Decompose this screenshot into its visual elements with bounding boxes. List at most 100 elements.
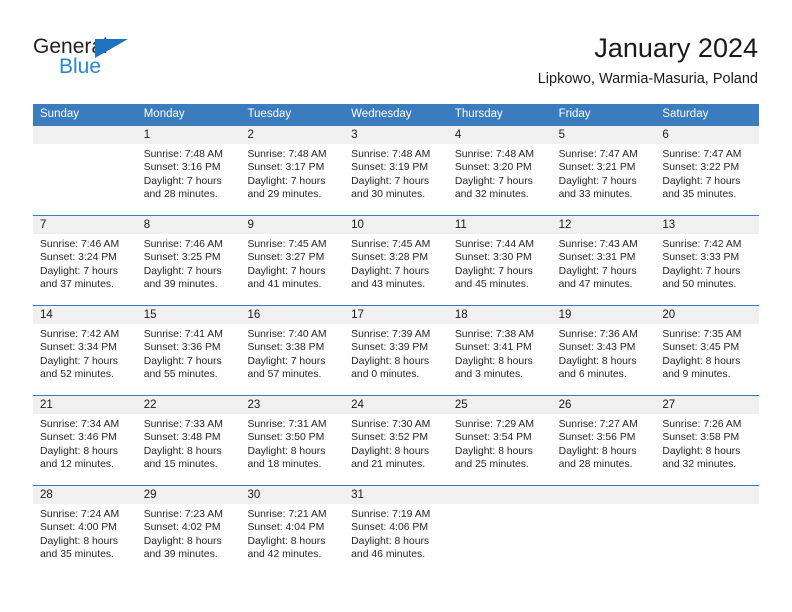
day-number: 2: [240, 126, 345, 144]
day-details: Sunrise: 7:36 AM Sunset: 3:43 PM Dayligh…: [552, 324, 656, 381]
page-header: General Blue January 2024 Lipkowo, Warmi…: [0, 0, 792, 100]
day-cell[interactable]: 24 Sunrise: 7:30 AM Sunset: 3:52 PM Dayl…: [344, 396, 448, 485]
day-cell[interactable]: 2 Sunrise: 7:48 AM Sunset: 3:17 PM Dayli…: [240, 126, 345, 215]
daylight-text-line1: Daylight: 8 hours: [351, 355, 430, 367]
day-cell[interactable]: 21 Sunrise: 7:34 AM Sunset: 3:46 PM Dayl…: [33, 396, 137, 485]
day-cell[interactable]: 12 Sunrise: 7:43 AM Sunset: 3:31 PM Dayl…: [551, 216, 656, 305]
day-cell[interactable]: 10 Sunrise: 7:45 AM Sunset: 3:28 PM Dayl…: [344, 216, 448, 305]
day-cell[interactable]: 13 Sunrise: 7:42 AM Sunset: 3:33 PM Dayl…: [655, 216, 760, 305]
day-cell[interactable]: 25 Sunrise: 7:29 AM Sunset: 3:54 PM Dayl…: [447, 396, 552, 485]
day-number: 21: [33, 396, 137, 414]
day-cell[interactable]: [33, 126, 137, 215]
day-cell[interactable]: 22 Sunrise: 7:33 AM Sunset: 3:48 PM Dayl…: [136, 396, 241, 485]
day-cell[interactable]: [655, 486, 760, 575]
sunset-text: Sunset: 3:22 PM: [662, 162, 740, 174]
daylight-text-line1: Daylight: 7 hours: [662, 265, 741, 277]
day-cell[interactable]: 28 Sunrise: 7:24 AM Sunset: 4:00 PM Dayl…: [33, 486, 137, 575]
sunrise-text: Sunrise: 7:42 AM: [40, 329, 120, 340]
day-number: 7: [33, 216, 137, 234]
day-cell[interactable]: 7 Sunrise: 7:46 AM Sunset: 3:24 PM Dayli…: [33, 216, 137, 305]
brand-logo[interactable]: General Blue: [33, 36, 143, 84]
calendar-week-row: 21 Sunrise: 7:34 AM Sunset: 3:46 PM Dayl…: [33, 395, 760, 485]
day-details: [448, 504, 552, 508]
sunrise-text: Sunrise: 7:29 AM: [454, 419, 535, 430]
day-details: Sunrise: 7:19 AM Sunset: 4:06 PM Dayligh…: [344, 504, 448, 561]
daylight-text-line1: Daylight: 7 hours: [143, 265, 222, 277]
daylight-text-line1: Daylight: 8 hours: [247, 445, 326, 457]
daylight-text-line2: and 52 minutes.: [40, 368, 114, 380]
daylight-text-line2: and 32 minutes.: [454, 188, 529, 200]
daylight-text-line1: Daylight: 8 hours: [40, 445, 118, 457]
sunrise-text: Sunrise: 7:23 AM: [143, 509, 223, 520]
daylight-text-line1: Daylight: 7 hours: [351, 175, 430, 187]
day-cell[interactable]: 18 Sunrise: 7:38 AM Sunset: 3:41 PM Dayl…: [447, 306, 552, 395]
sunrise-text: Sunrise: 7:47 AM: [662, 149, 742, 160]
day-cell[interactable]: 5 Sunrise: 7:47 AM Sunset: 3:21 PM Dayli…: [551, 126, 656, 215]
sunset-text: Sunset: 3:24 PM: [40, 252, 117, 264]
daylight-text-line2: and 25 minutes.: [454, 458, 529, 470]
day-cell[interactable]: 14 Sunrise: 7:42 AM Sunset: 3:34 PM Dayl…: [33, 306, 137, 395]
day-cell[interactable]: 31 Sunrise: 7:19 AM Sunset: 4:06 PM Dayl…: [344, 486, 448, 575]
day-cell[interactable]: [447, 486, 552, 575]
day-cell[interactable]: 29 Sunrise: 7:23 AM Sunset: 4:02 PM Dayl…: [136, 486, 241, 575]
daylight-text-line1: Daylight: 8 hours: [454, 355, 533, 367]
weekday-header-monday: Monday: [143, 108, 185, 120]
page-subtitle: Lipkowo, Warmia-Masuria, Poland: [537, 71, 758, 87]
brand-name-blue: Blue: [59, 55, 102, 78]
day-cell[interactable]: 16 Sunrise: 7:40 AM Sunset: 3:38 PM Dayl…: [240, 306, 345, 395]
day-number: 25: [447, 396, 552, 414]
day-number: 31: [344, 486, 448, 504]
sunrise-text: Sunrise: 7:48 AM: [143, 149, 223, 160]
day-cell[interactable]: 9 Sunrise: 7:45 AM Sunset: 3:27 PM Dayli…: [240, 216, 345, 305]
day-cell[interactable]: 11 Sunrise: 7:44 AM Sunset: 3:30 PM Dayl…: [447, 216, 552, 305]
day-number: [551, 486, 656, 504]
weekday-header-friday: Friday: [558, 108, 591, 120]
daylight-text-line2: and 3 minutes.: [454, 368, 524, 380]
day-cell[interactable]: 30 Sunrise: 7:21 AM Sunset: 4:04 PM Dayl…: [240, 486, 345, 575]
weekday-header-tuesday: Tuesday: [247, 108, 292, 120]
day-cell[interactable]: 15 Sunrise: 7:41 AM Sunset: 3:36 PM Dayl…: [136, 306, 241, 395]
day-cell[interactable]: 3 Sunrise: 7:48 AM Sunset: 3:19 PM Dayli…: [344, 126, 448, 215]
day-details: Sunrise: 7:40 AM Sunset: 3:38 PM Dayligh…: [240, 324, 344, 381]
day-details: Sunrise: 7:47 AM Sunset: 3:22 PM Dayligh…: [655, 144, 759, 201]
day-cell[interactable]: 20 Sunrise: 7:35 AM Sunset: 3:45 PM Dayl…: [655, 306, 760, 395]
sunrise-text: Sunrise: 7:40 AM: [247, 329, 327, 340]
day-details: Sunrise: 7:24 AM Sunset: 4:00 PM Dayligh…: [33, 504, 137, 561]
sunrise-text: Sunrise: 7:38 AM: [454, 329, 535, 340]
day-number: 10: [344, 216, 448, 234]
day-cell[interactable]: 26 Sunrise: 7:27 AM Sunset: 3:56 PM Dayl…: [551, 396, 656, 485]
day-details: Sunrise: 7:43 AM Sunset: 3:31 PM Dayligh…: [552, 234, 656, 291]
day-cell[interactable]: 6 Sunrise: 7:47 AM Sunset: 3:22 PM Dayli…: [655, 126, 760, 215]
day-cell[interactable]: 19 Sunrise: 7:36 AM Sunset: 3:43 PM Dayl…: [551, 306, 656, 395]
day-details: Sunrise: 7:31 AM Sunset: 3:50 PM Dayligh…: [240, 414, 344, 471]
daylight-text-line1: Daylight: 8 hours: [143, 535, 222, 547]
sunrise-text: Sunrise: 7:30 AM: [351, 419, 431, 430]
sunset-text: Sunset: 3:27 PM: [247, 252, 325, 264]
sunrise-text: Sunrise: 7:36 AM: [558, 329, 638, 340]
daylight-text-line1: Daylight: 8 hours: [454, 445, 533, 457]
daylight-text-line1: Daylight: 8 hours: [558, 355, 637, 367]
day-cell[interactable]: [551, 486, 656, 575]
sunset-text: Sunset: 3:48 PM: [143, 432, 221, 444]
sunset-text: Sunset: 4:06 PM: [351, 522, 428, 534]
day-details: [655, 504, 759, 508]
day-cell[interactable]: 17 Sunrise: 7:39 AM Sunset: 3:39 PM Dayl…: [344, 306, 448, 395]
day-cell[interactable]: 23 Sunrise: 7:31 AM Sunset: 3:50 PM Dayl…: [240, 396, 345, 485]
day-cell[interactable]: 1 Sunrise: 7:48 AM Sunset: 3:16 PM Dayli…: [136, 126, 241, 215]
calendar-page: General Blue January 2024 Lipkowo, Warmi…: [0, 0, 792, 612]
daylight-text-line1: Daylight: 7 hours: [454, 265, 533, 277]
day-number: [447, 486, 552, 504]
sunset-text: Sunset: 3:38 PM: [247, 342, 325, 354]
daylight-text-line2: and 37 minutes.: [40, 278, 114, 290]
day-cell[interactable]: 27 Sunrise: 7:26 AM Sunset: 3:58 PM Dayl…: [655, 396, 760, 485]
sunrise-text: Sunrise: 7:19 AM: [351, 509, 431, 520]
daylight-text-line2: and 50 minutes.: [662, 278, 737, 290]
sunrise-text: Sunrise: 7:35 AM: [662, 329, 742, 340]
day-number: [655, 486, 760, 504]
sunset-text: Sunset: 3:39 PM: [351, 342, 428, 354]
day-number: 3: [344, 126, 448, 144]
daylight-text-line1: Daylight: 8 hours: [662, 355, 741, 367]
day-cell[interactable]: 8 Sunrise: 7:46 AM Sunset: 3:25 PM Dayli…: [136, 216, 241, 305]
sunrise-text: Sunrise: 7:47 AM: [558, 149, 638, 160]
day-cell[interactable]: 4 Sunrise: 7:48 AM Sunset: 3:20 PM Dayli…: [447, 126, 552, 215]
